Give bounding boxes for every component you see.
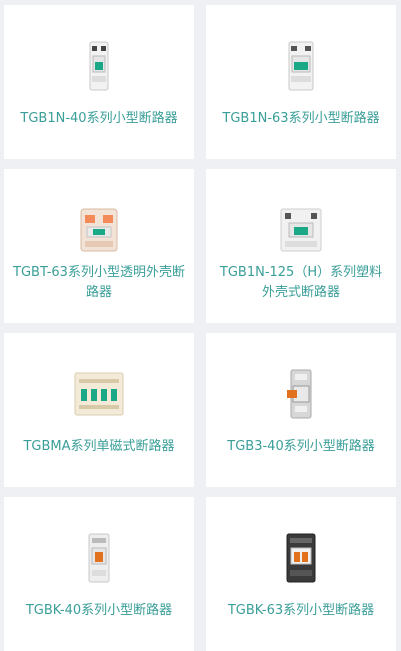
product-card[interactable]: TGBK-63系列小型断路器	[206, 497, 396, 651]
mcb-4p-icon	[4, 363, 194, 425]
product-name: TGBK-63系列小型断路器	[227, 603, 375, 618]
mcb-tgbk63-icon	[206, 527, 396, 589]
product-grid: TGB1N-40系列小型断路器 TGB1N-63系列小型断路器 TGBT-63系…	[0, 0, 401, 651]
product-card[interactable]: TGB3-40系列小型断路器	[206, 333, 396, 487]
mcb-din-icon	[206, 363, 396, 425]
mcb-1p-icon	[4, 35, 194, 97]
product-name: TGBMA系列单磁式断路器	[23, 439, 175, 454]
product-card[interactable]: TGBMA系列单磁式断路器	[4, 333, 194, 487]
mcb-2p-icon	[206, 35, 396, 97]
product-name: TGBK-40系列小型断路器	[25, 603, 173, 618]
mcb-tgbk40-icon	[4, 527, 194, 589]
product-name: TGBT-63系列小型透明外壳断路器	[13, 265, 185, 300]
product-name: TGB1N-63系列小型断路器	[222, 111, 380, 126]
product-card[interactable]: TGB1N-40系列小型断路器	[4, 5, 194, 159]
product-card[interactable]: TGBT-63系列小型透明外壳断路器	[4, 169, 194, 323]
product-card[interactable]: TGB1N-63系列小型断路器	[206, 5, 396, 159]
mcb-125-icon	[206, 199, 396, 261]
product-name: TGB3-40系列小型断路器	[227, 439, 375, 454]
product-card[interactable]: TGBK-40系列小型断路器	[4, 497, 194, 651]
product-name: TGB1N-125（H）系列塑料外壳式断路器	[219, 265, 383, 300]
mcb-transparent-icon	[4, 199, 194, 261]
product-name: TGB1N-40系列小型断路器	[20, 111, 178, 126]
product-card[interactable]: TGB1N-125（H）系列塑料外壳式断路器	[206, 169, 396, 323]
